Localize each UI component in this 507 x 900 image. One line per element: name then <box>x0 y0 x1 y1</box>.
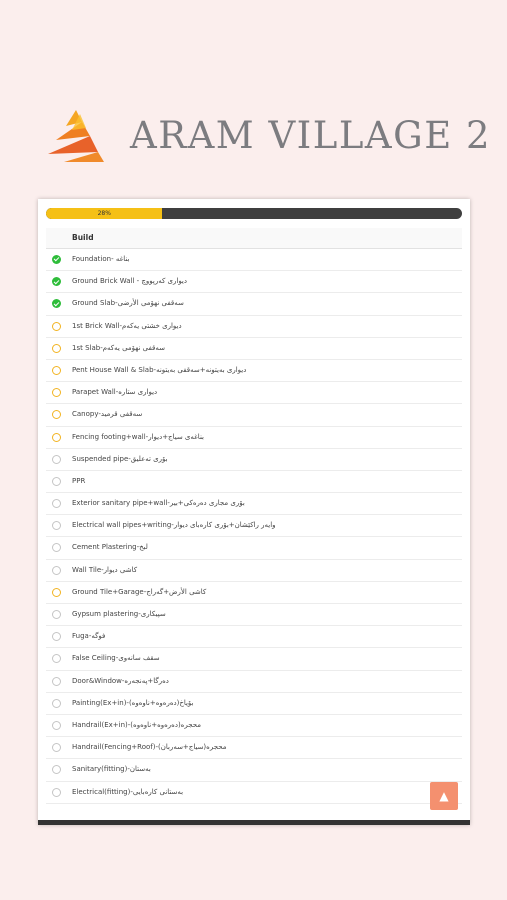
table-row: Wall Tile-کاشی دیوار <box>46 560 462 582</box>
circle-icon <box>52 321 61 331</box>
circle-icon <box>52 787 61 797</box>
check-circle-icon <box>52 299 61 309</box>
progress-fill: 28% <box>46 208 163 219</box>
circle-icon <box>52 454 61 464</box>
table-row: 1st Slab-سەقفی نهۆمی یەکەم <box>46 338 462 360</box>
row-label: False Ceiling-سقف سانەوی <box>72 654 160 663</box>
table-row: Electrical(fitting)-بەستانی کارەبایی <box>46 782 462 804</box>
row-label: Ground Brick Wall - دیواری کەرپووچ <box>72 277 187 286</box>
table-row: Gypsum plastering-سپیکاری <box>46 604 462 627</box>
row-label: 1st Slab-سەقفی نهۆمی یەکەم <box>72 343 166 352</box>
circle-icon <box>52 587 61 597</box>
row-label: Wall Tile-کاشی دیوار <box>72 565 138 574</box>
table-row: Handrail(Ex+in)-محجرە(دەرەوە+ناوەوە) <box>46 715 462 738</box>
row-label: Door&Window-دەرگا+پەنجەرە <box>72 676 169 685</box>
table-row: Door&Window-دەرگا+پەنجەرە <box>46 671 462 693</box>
row-label: Electrical wall pipes+writing-وایەر راکێ… <box>72 521 276 530</box>
table-row: Canopy-سەقفی قرمید <box>46 404 462 427</box>
circle-icon <box>52 720 61 730</box>
table-row: Cement Plastering-لبخ <box>46 537 462 560</box>
table-row: 1st Brick Wall-دیواری خشتی یەکەم <box>46 316 462 338</box>
row-label: Foundation- بناغە <box>72 255 130 263</box>
circle-icon <box>52 543 61 553</box>
row-label: Canopy-سەقفی قرمید <box>72 410 143 419</box>
table-row: Suspended pipe-بۆری تەعلیق <box>46 449 462 471</box>
row-label: Fuga-فوگە <box>72 632 106 641</box>
circle-icon <box>52 676 61 686</box>
logo-icon <box>48 110 104 162</box>
table-body: Foundation- بناغە Ground Brick Wall - دیو… <box>46 249 462 804</box>
circle-icon <box>52 743 61 753</box>
circle-icon <box>52 432 61 442</box>
table-row: Ground Brick Wall - دیواری کەرپووچ <box>46 271 462 294</box>
column-header-build: Build <box>72 233 94 242</box>
build-table: Build Foundation- بناغە Ground Brick Wall… <box>46 228 462 804</box>
table-row: PPR <box>46 471 462 494</box>
circle-icon <box>52 698 61 708</box>
circle-icon <box>52 365 61 375</box>
row-label: Gypsum plastering-سپیکاری <box>72 610 166 618</box>
circle-icon <box>52 476 61 486</box>
row-label: Exterior sanitary pipe+wall-بۆری مجاری د… <box>72 499 245 508</box>
check-circle-icon <box>52 255 61 264</box>
table-row: Painting(Ex+in)-بۆیاخ(دەرەوە+ناوەوە) <box>46 693 462 715</box>
progress-card: 28% Build Foundation- بناغە Ground Brick … <box>38 199 470 825</box>
table-row: Pent House Wall & Slab-دیواری بەیتونە+سە… <box>46 360 462 383</box>
row-label: Cement Plastering-لبخ <box>72 543 148 552</box>
page-title: ARAM VILLAGE 2 <box>130 114 492 157</box>
table-row: Fuga-فوگە <box>46 626 462 649</box>
circle-icon <box>52 388 61 398</box>
scroll-top-button[interactable]: ▲ <box>430 782 458 810</box>
chevron-up-icon: ▲ <box>439 789 449 803</box>
table-row: Ground Tile+Garage-کاشی الأرض+گەراج <box>46 582 462 604</box>
row-label: Ground Slab-سەقفی نهۆمی الأرضی <box>72 299 184 308</box>
row-label: Fencing footing+wall-بناغەی سیاج+دیوار <box>72 432 204 441</box>
table-row: Fencing footing+wall-بناغەی سیاج+دیوار <box>46 427 462 449</box>
row-label: Ground Tile+Garage-کاشی الأرض+گەراج <box>72 587 207 596</box>
row-label: Pent House Wall & Slab-دیواری بەیتونە+سە… <box>72 365 247 374</box>
circle-icon <box>52 521 61 531</box>
table-row: Electrical wall pipes+writing-وایەر راکێ… <box>46 515 462 538</box>
row-label: Electrical(fitting)-بەستانی کارەبایی <box>72 787 184 796</box>
row-label: Suspended pipe-بۆری تەعلیق <box>72 454 168 463</box>
table-row: False Ceiling-سقف سانەوی <box>46 648 462 671</box>
row-label: Handrail(Fencing+Roof)-محجرە(سیاج+سەربان… <box>72 743 227 752</box>
table-row: Foundation- بناغە <box>46 249 462 272</box>
card-footer-bar <box>38 820 470 825</box>
progress-bar: 28% <box>46 208 462 219</box>
circle-icon <box>52 565 61 575</box>
row-label: Painting(Ex+in)-بۆیاخ(دەرەوە+ناوەوە) <box>72 698 194 707</box>
circle-icon <box>52 632 61 642</box>
circle-icon <box>52 654 61 664</box>
check-circle-icon <box>52 277 61 287</box>
table-row: Sanitary(fitting)-بەستان <box>46 759 462 782</box>
row-label: 1st Brick Wall-دیواری خشتی یەکەم <box>72 321 182 330</box>
circle-icon <box>52 343 61 353</box>
brand-logo: ARAM VILLAGE 2 <box>46 108 490 164</box>
circle-icon <box>52 410 61 420</box>
row-label: PPR <box>72 476 86 485</box>
table-row: Handrail(Fencing+Roof)-محجرە(سیاج+سەربان… <box>46 737 462 760</box>
row-label: Parapet Wall-دیواری ستارە <box>72 388 158 397</box>
table-header: Build <box>46 228 462 249</box>
table-row: Exterior sanitary pipe+wall-بۆری مجاری د… <box>46 493 462 516</box>
circle-icon <box>52 499 61 509</box>
table-row: Parapet Wall-دیواری ستارە <box>46 382 462 405</box>
circle-icon <box>52 765 61 775</box>
table-row: Ground Slab-سەقفی نهۆمی الأرضی <box>46 293 462 316</box>
row-label: Handrail(Ex+in)-محجرە(دەرەوە+ناوەوە) <box>72 720 201 729</box>
circle-icon <box>52 610 61 619</box>
row-label: Sanitary(fitting)-بەستان <box>72 765 151 774</box>
